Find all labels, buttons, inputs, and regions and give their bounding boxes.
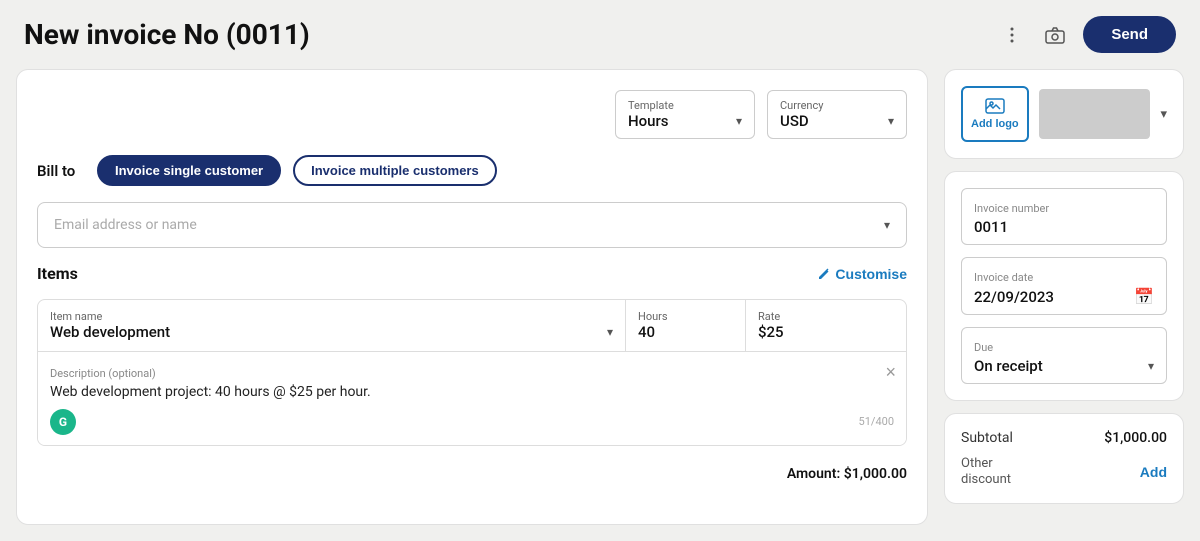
add-logo-icon: [985, 98, 1005, 114]
description-footer: G 51/400: [50, 409, 894, 435]
logo-chevron-icon[interactable]: ▾: [1160, 107, 1167, 122]
camera-icon: [1045, 26, 1065, 44]
grammar-icon: G: [50, 409, 76, 435]
item-name-arrow-icon: ▾: [607, 325, 613, 339]
item-name-field[interactable]: Item name Web development ▾: [38, 300, 626, 351]
currency-dropdown[interactable]: Currency USD ▾: [767, 90, 907, 139]
item-row: Item name Web development ▾ Hours 40 Rat…: [37, 299, 907, 446]
hours-value: 40: [638, 323, 733, 341]
invoice-number-label: Invoice number: [974, 202, 1049, 215]
invoice-date-label: Invoice date: [974, 271, 1033, 284]
item-hours-field[interactable]: Hours 40: [626, 300, 746, 351]
more-options-button[interactable]: [997, 20, 1027, 50]
rate-label: Rate: [758, 310, 894, 323]
subtotal-value: $1,000.00: [1104, 430, 1167, 446]
subtotal-label: Subtotal: [961, 430, 1013, 446]
item-top: Item name Web development ▾ Hours 40 Rat…: [38, 300, 906, 352]
email-dropdown[interactable]: Email address or name ▾: [37, 202, 907, 248]
subtotal-row: Subtotal $1,000.00: [961, 430, 1167, 446]
more-icon: [1003, 26, 1021, 44]
description-area: × Description (optional) Web development…: [38, 352, 906, 445]
due-arrow-icon: ▾: [1148, 359, 1154, 373]
hours-label: Hours: [638, 310, 733, 323]
discount-label: Otherdiscount: [961, 456, 1011, 487]
invoice-number-field[interactable]: Invoice number 0011: [961, 188, 1167, 245]
invoice-date-field[interactable]: Invoice date 22/09/2023 📅: [961, 257, 1167, 315]
invoice-date-value: 22/09/2023 📅: [974, 287, 1154, 306]
logo-section: Add logo ▾: [944, 69, 1184, 159]
pencil-icon: [817, 267, 831, 281]
amount-label: Amount: $1,000.00: [787, 466, 907, 482]
item-rate-field[interactable]: Rate $25: [746, 300, 906, 351]
due-label: Due: [974, 341, 993, 354]
close-description-button[interactable]: ×: [885, 362, 896, 383]
totals-section: Subtotal $1,000.00 Otherdiscount Add: [944, 413, 1184, 504]
char-count: 51/400: [859, 415, 894, 428]
rate-value: $25: [758, 323, 894, 341]
invoice-single-tab[interactable]: Invoice single customer: [97, 155, 281, 186]
template-label: Template: [628, 99, 742, 112]
due-value: On receipt ▾: [974, 357, 1154, 375]
bill-to-label: Bill to: [37, 162, 85, 180]
currency-value: USD ▾: [780, 112, 894, 130]
template-currency-row: Template Hours ▾ Currency USD ▾: [37, 90, 907, 139]
template-dropdown[interactable]: Template Hours ▾: [615, 90, 755, 139]
items-label: Items: [37, 264, 78, 283]
description-label: Description (optional): [50, 367, 156, 380]
items-header: Items Customise: [37, 264, 907, 283]
page-header: New invoice No (0011) Send: [0, 0, 1200, 69]
invoice-number-value: 0011: [974, 218, 1154, 236]
currency-arrow-icon: ▾: [888, 114, 894, 128]
invoice-form: Template Hours ▾ Currency USD ▾ Bill to …: [16, 69, 928, 525]
add-discount-button[interactable]: Add: [1140, 464, 1167, 480]
page-title: New invoice No (0011): [24, 18, 985, 51]
description-text[interactable]: Web development project: 40 hours @ $25 …: [50, 383, 894, 403]
logo-placeholder: [1039, 89, 1151, 139]
item-name-value: Web development ▾: [50, 323, 613, 341]
email-placeholder: Email address or name: [54, 217, 197, 233]
template-value: Hours ▾: [628, 112, 742, 130]
camera-button[interactable]: [1039, 20, 1071, 50]
discount-row: Otherdiscount Add: [961, 456, 1167, 487]
add-logo-button[interactable]: Add logo: [961, 86, 1029, 142]
bill-to-row: Bill to Invoice single customer Invoice …: [37, 155, 907, 186]
main-content: Template Hours ▾ Currency USD ▾ Bill to …: [0, 69, 1200, 541]
right-panel: Add logo ▾ Invoice number 0011 Invoice d…: [944, 69, 1184, 525]
currency-label: Currency: [780, 99, 894, 112]
send-button[interactable]: Send: [1083, 16, 1176, 53]
email-arrow-icon: ▾: [884, 218, 890, 232]
item-name-label: Item name: [50, 310, 613, 323]
amount-row: Amount: $1,000.00: [37, 462, 907, 482]
invoice-multiple-tab[interactable]: Invoice multiple customers: [293, 155, 497, 186]
due-field[interactable]: Due On receipt ▾: [961, 327, 1167, 384]
invoice-details: Invoice number 0011 Invoice date 22/09/2…: [944, 171, 1184, 401]
template-arrow-icon: ▾: [736, 114, 742, 128]
customise-button[interactable]: Customise: [817, 266, 907, 282]
calendar-icon: 📅: [1134, 287, 1154, 306]
